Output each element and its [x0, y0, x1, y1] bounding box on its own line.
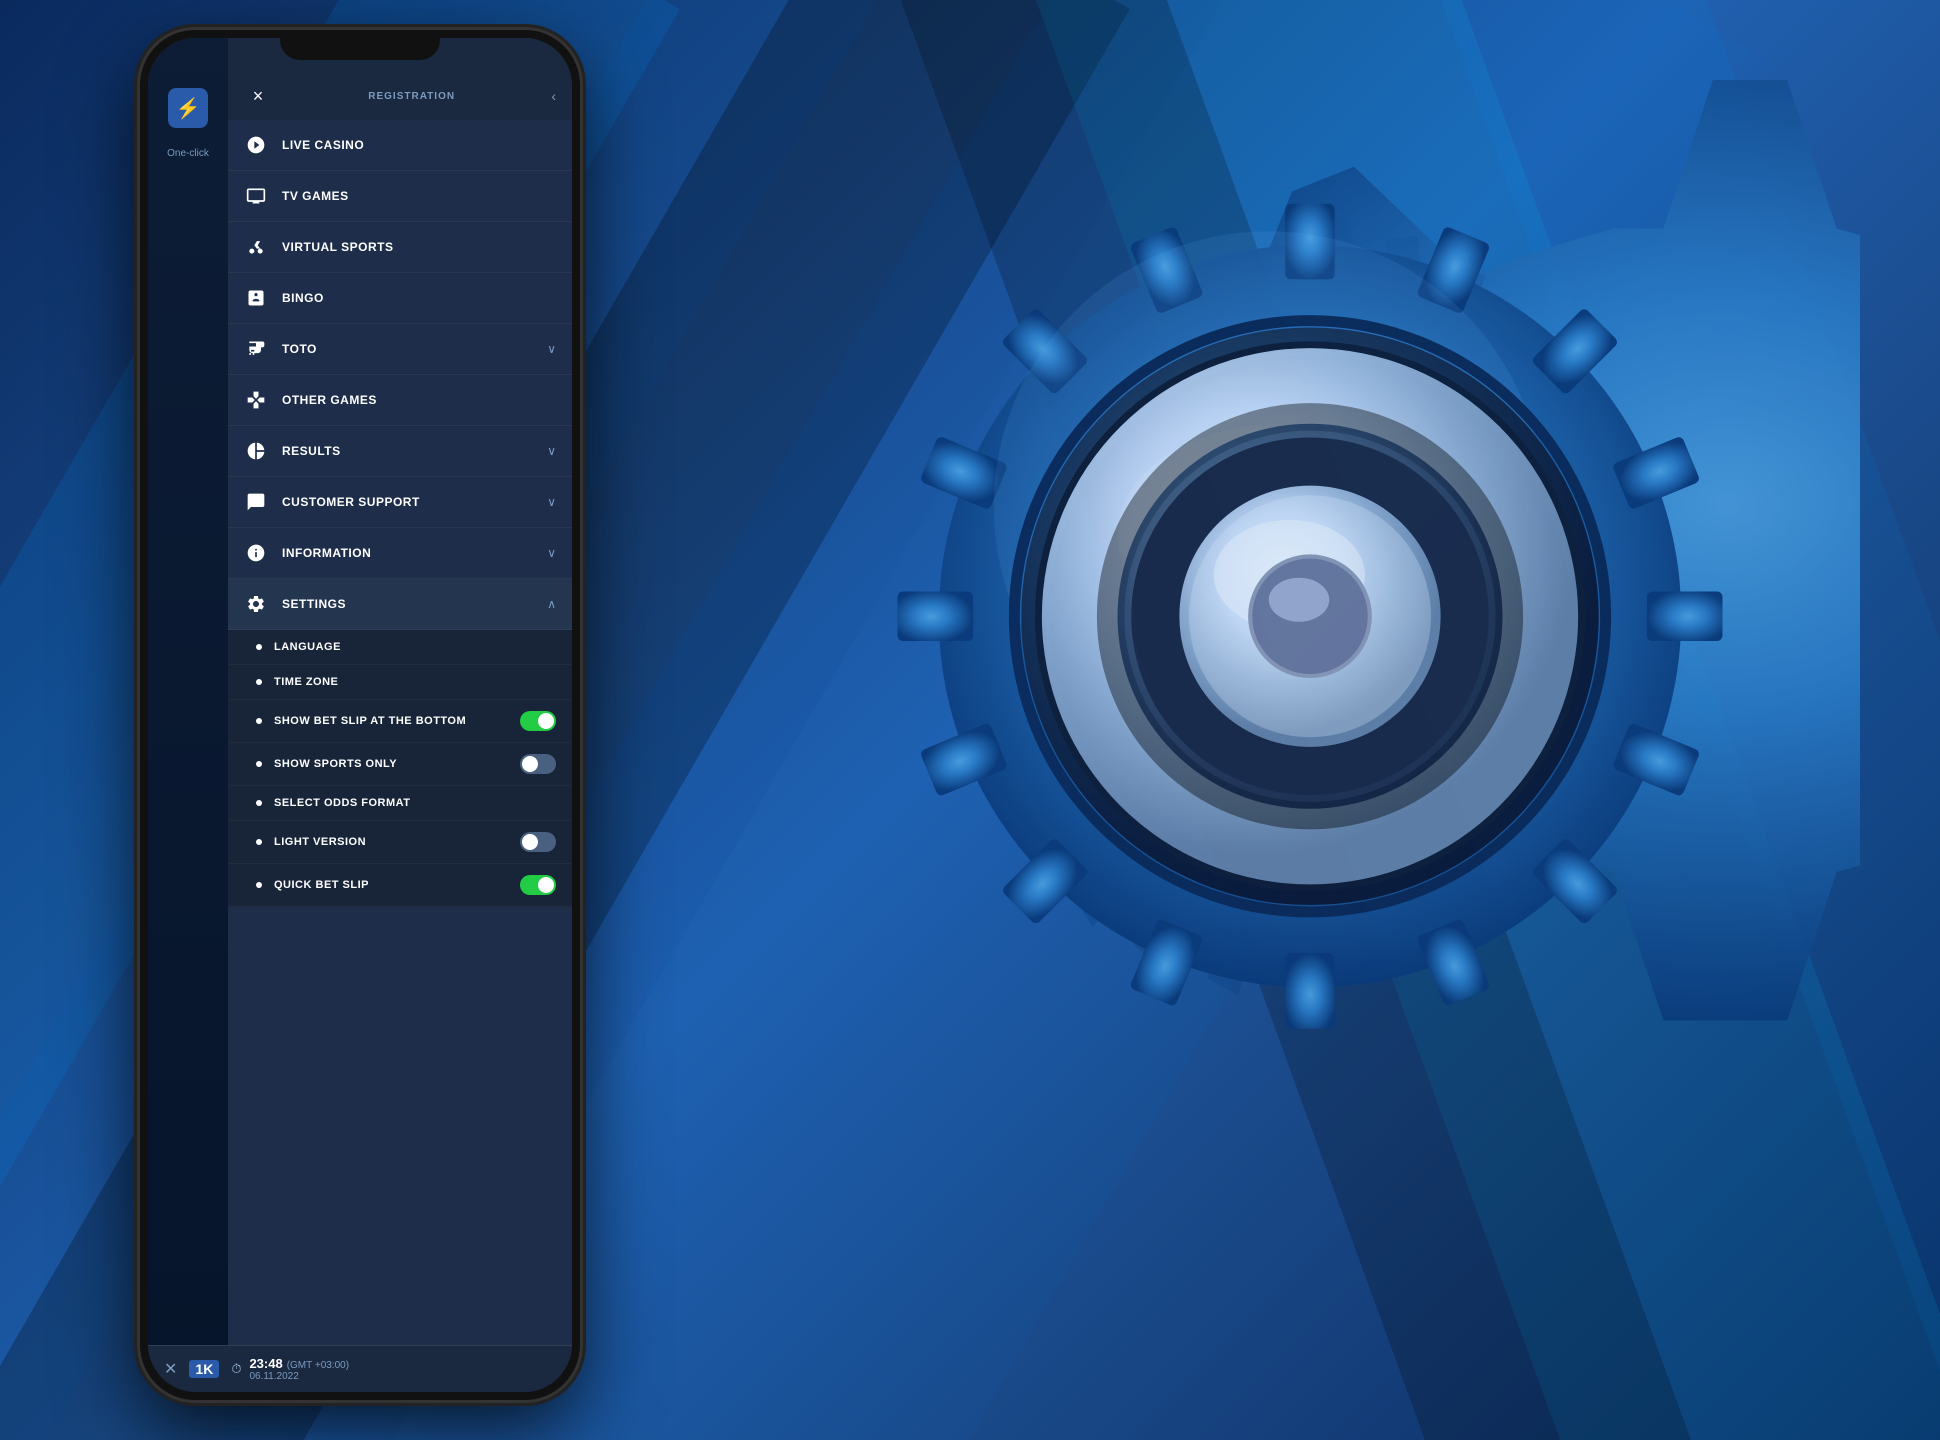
phone-notch [280, 30, 440, 60]
menu-item-customer-support[interactable]: CUSTOMER SUPPORT ∨ [228, 477, 572, 528]
sub-item-language[interactable]: LANGUAGE [228, 630, 572, 665]
sub-dot-language [256, 644, 262, 650]
phone-bottom-bar: ✕ 1K ⏱ 23:48 (GMT +03:00) 06.11.2022 [148, 1345, 572, 1392]
tv-games-icon [244, 184, 268, 208]
timezone-label: TIME ZONE [274, 676, 556, 688]
menu-item-settings[interactable]: SETTINGS ∧ [228, 579, 572, 630]
menu-item-results[interactable]: RESULTS ∨ [228, 426, 572, 477]
bottom-timezone: (GMT +03:00) [287, 1360, 349, 1371]
customer-support-icon [244, 490, 268, 514]
bottom-time: 23:48 [249, 1356, 282, 1371]
toto-icon [244, 337, 268, 361]
toggle-knob-quick [538, 877, 554, 893]
menu-close-button[interactable]: × [244, 82, 272, 110]
sub-item-light-version[interactable]: LIGHT VERSION [228, 821, 572, 864]
menu-item-other-games[interactable]: OTHER GAMES [228, 375, 572, 426]
settings-icon [244, 592, 268, 616]
menu-item-information[interactable]: INFORMATION ∨ [228, 528, 572, 579]
other-games-icon [244, 388, 268, 412]
side-menu: ⚡ One-click × REGISTRATION ‹ [148, 38, 572, 1392]
gear-graphic [760, 80, 1860, 1180]
bottom-logo: 1K [189, 1360, 219, 1378]
sub-dot-bet-slip [256, 718, 262, 724]
live-casino-label: LIVE CASINO [282, 138, 556, 152]
sub-item-odds-format[interactable]: SELECT ODDS FORMAT [228, 786, 572, 821]
toggle-knob-light [522, 834, 538, 850]
show-sports-only-label: SHOW SPORTS ONLY [274, 758, 508, 770]
odds-format-label: SELECT ODDS FORMAT [274, 797, 556, 809]
sub-dot-quick-bet [256, 882, 262, 888]
quick-bet-slip-toggle[interactable] [520, 875, 556, 895]
back-chevron-icon[interactable]: ‹ [551, 88, 556, 104]
registration-label: REGISTRATION [368, 91, 455, 102]
virtual-sports-icon [244, 235, 268, 259]
menu-item-live-casino[interactable]: LIVE CASINO [228, 120, 572, 171]
bottom-time-container: ⏱ 23:48 (GMT +03:00) 06.11.2022 [231, 1356, 349, 1382]
live-casino-icon [244, 133, 268, 157]
customer-support-label: CUSTOMER SUPPORT [282, 495, 533, 509]
clock-icon: ⏱ [231, 1361, 241, 1377]
side-menu-panel: × REGISTRATION ‹ LIVE CASINO [228, 38, 572, 1392]
toggle-knob [538, 713, 554, 729]
side-menu-backdrop: ⚡ One-click [148, 38, 228, 1392]
sub-dot-odds [256, 800, 262, 806]
show-sports-only-toggle[interactable] [520, 754, 556, 774]
information-chevron-icon: ∨ [547, 546, 556, 560]
sub-item-timezone[interactable]: TIME ZONE [228, 665, 572, 700]
toto-label: TOTO [282, 342, 533, 356]
bingo-icon [244, 286, 268, 310]
phone-screen: ⚡ One-click × REGISTRATION ‹ [148, 38, 572, 1392]
results-label: RESULTS [282, 444, 533, 458]
language-label: LANGUAGE [274, 641, 556, 653]
results-chevron-icon: ∨ [547, 444, 556, 458]
tv-games-label: TV GAMES [282, 189, 556, 203]
results-icon [244, 439, 268, 463]
settings-label: SETTINGS [282, 597, 533, 611]
sub-dot-light [256, 839, 262, 845]
phone-frame: ⚡ One-click × REGISTRATION ‹ [140, 30, 580, 1400]
menu-item-tv-games[interactable]: TV GAMES [228, 171, 572, 222]
screen-background: ⚡ One-click × REGISTRATION ‹ [148, 38, 572, 1392]
show-bet-slip-toggle[interactable] [520, 711, 556, 731]
sub-dot-sports-only [256, 761, 262, 767]
bottom-date: 06.11.2022 [249, 1371, 349, 1382]
menu-item-toto[interactable]: TOTO ∨ [228, 324, 572, 375]
other-games-label: OTHER GAMES [282, 393, 556, 407]
sub-item-quick-bet-slip[interactable]: QUICK BET SLIP [228, 864, 572, 907]
sub-item-show-sports-only[interactable]: SHOW SPORTS ONLY [228, 743, 572, 786]
light-version-toggle[interactable] [520, 832, 556, 852]
bolt-icon: ⚡ [168, 88, 208, 128]
bottom-close-icon[interactable]: ✕ [164, 1359, 177, 1379]
settings-chevron-icon: ∧ [547, 597, 556, 611]
sub-item-show-bet-slip[interactable]: SHOW BET SLIP AT THE BOTTOM [228, 700, 572, 743]
one-click-label: One-click [167, 148, 209, 159]
sub-dot-timezone [256, 679, 262, 685]
customer-support-chevron-icon: ∨ [547, 495, 556, 509]
bingo-label: BINGO [282, 291, 556, 305]
menu-item-virtual-sports[interactable]: VIRTUAL SPORTS [228, 222, 572, 273]
menu-item-bingo[interactable]: BINGO [228, 273, 572, 324]
information-icon [244, 541, 268, 565]
virtual-sports-label: VIRTUAL SPORTS [282, 240, 556, 254]
information-label: INFORMATION [282, 546, 533, 560]
toggle-knob-sports [522, 756, 538, 772]
show-bet-slip-label: SHOW BET SLIP AT THE BOTTOM [274, 715, 508, 727]
toto-chevron-icon: ∨ [547, 342, 556, 356]
light-version-label: LIGHT VERSION [274, 836, 508, 848]
quick-bet-slip-label: QUICK BET SLIP [274, 879, 508, 891]
